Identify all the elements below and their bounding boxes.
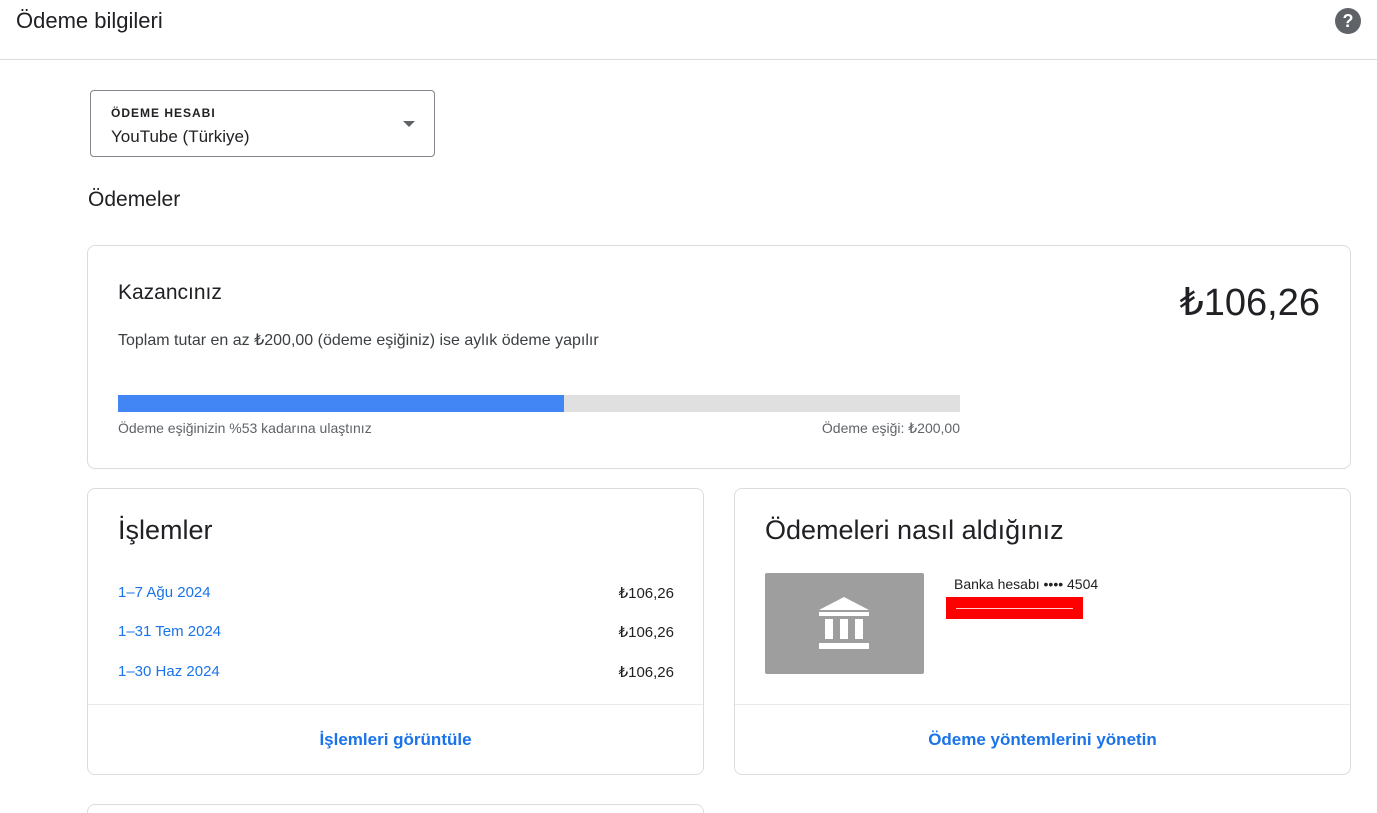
transaction-date-link[interactable]: 1–30 Haz 2024	[118, 663, 220, 680]
manage-payment-methods-link[interactable]: Ödeme yöntemlerini yönetin	[735, 704, 1350, 775]
payments-section-title: Ödemeler	[88, 188, 181, 211]
transaction-row: 1–31 Tem 2024 ₺106,26	[118, 623, 674, 645]
dropdown-arrow-icon	[403, 121, 415, 127]
payment-account-dropdown[interactable]: ÖDEME HESABI YouTube (Türkiye)	[90, 90, 435, 157]
top-bar: Ödeme bilgileri ?	[0, 0, 1377, 60]
transactions-title: İşlemler	[118, 515, 213, 545]
redacted-account-holder	[946, 597, 1083, 619]
page-title: Ödeme bilgileri	[16, 8, 163, 33]
next-card	[87, 804, 704, 813]
earnings-card: Kazancınız ₺106,26 Toplam tutar en az ₺2…	[87, 245, 1351, 469]
help-icon[interactable]: ?	[1335, 8, 1361, 34]
earnings-description: Toplam tutar en az ₺200,00 (ödeme eşiğin…	[118, 332, 599, 349]
payment-method-title: Ödemeleri nasıl aldığınız	[765, 515, 1064, 545]
payment-method-card: Ödemeleri nasıl aldığınız Banka hesabı •…	[734, 488, 1351, 775]
bank-account-number: Banka hesabı •••• 4504	[954, 576, 1099, 592]
transaction-amount: ₺106,26	[618, 624, 674, 641]
transactions-card: İşlemler 1–7 Ağu 2024 ₺106,26 1–31 Tem 2…	[87, 488, 704, 775]
payment-threshold-text: Ödeme eşiği: ₺200,00	[821, 420, 960, 436]
threshold-progress-bar	[118, 395, 960, 412]
view-transactions-link[interactable]: İşlemleri görüntüle	[88, 704, 703, 775]
earnings-amount: ₺106,26	[1179, 282, 1320, 324]
transaction-amount: ₺106,26	[618, 585, 674, 602]
payment-account-value: YouTube (Türkiye)	[111, 127, 250, 146]
transaction-row: 1–30 Haz 2024 ₺106,26	[118, 663, 674, 685]
payment-account-label: ÖDEME HESABI	[111, 106, 216, 120]
bank-icon	[819, 597, 869, 649]
transaction-row: 1–7 Ağu 2024 ₺106,26	[118, 584, 674, 606]
transaction-date-link[interactable]: 1–31 Tem 2024	[118, 623, 221, 640]
transaction-date-link[interactable]: 1–7 Ağu 2024	[118, 584, 211, 601]
bank-account-tile	[765, 573, 924, 674]
threshold-progress-fill	[118, 395, 565, 412]
transaction-amount: ₺106,26	[618, 664, 674, 681]
payment-info-page: Ödeme bilgileri ? ÖDEME HESABI YouTube (…	[0, 0, 1377, 813]
earnings-title: Kazancınız	[118, 281, 222, 304]
